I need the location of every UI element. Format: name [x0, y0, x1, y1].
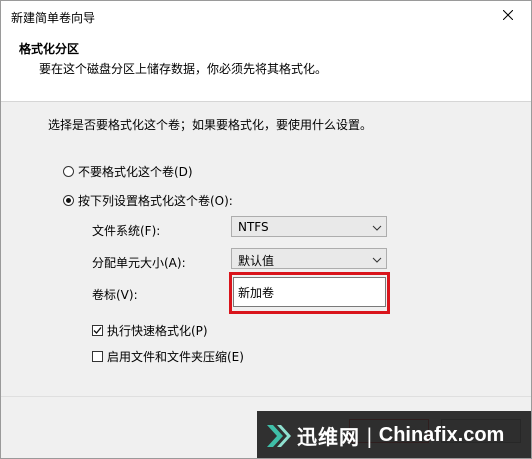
radio-no-format[interactable]: 不要格式化这个卷(D) — [63, 163, 193, 180]
watermark-separator: | — [366, 423, 373, 448]
close-icon — [502, 9, 514, 23]
page-subtitle: 要在这个磁盘分区上储存数据，你必须先将其格式化。 — [39, 62, 328, 76]
compression-label: 启用文件和文件夹压缩(E) — [107, 350, 244, 364]
compression-checkbox[interactable]: 启用文件和文件夹压缩(E) — [92, 348, 244, 365]
title-bar: 新建简单卷向导 — [1, 1, 531, 31]
quick-format-checkbox-box[interactable] — [92, 325, 103, 336]
allocation-size-value: 默认值 — [238, 254, 275, 268]
intro-text: 选择是否要格式化这个卷；如果要格式化，要使用什么设置。 — [48, 118, 373, 132]
file-system-value: NTFS — [238, 220, 269, 234]
chevron-down-icon — [372, 222, 382, 232]
close-button[interactable] — [485, 1, 531, 31]
chevron-down-icon — [372, 254, 382, 264]
radio-format[interactable]: 按下列设置格式化这个卷(O): — [63, 192, 233, 209]
page-title: 格式化分区 — [19, 42, 80, 56]
wizard-content: 选择是否要格式化这个卷；如果要格式化，要使用什么设置。 不要格式化这个卷(D) … — [1, 102, 531, 396]
quick-format-checkbox[interactable]: 执行快速格式化(P) — [92, 322, 208, 339]
allocation-size-select[interactable]: 默认值 — [231, 248, 387, 269]
format-partition-wizard-window: 新建简单卷向导 格式化分区 要在这个磁盘分区上储存数据，你必须先将其格式化。 选… — [0, 0, 532, 459]
compression-checkbox-box[interactable] — [92, 351, 103, 362]
file-system-label: 文件系统(F): — [92, 224, 161, 238]
radio-no-format-label: 不要格式化这个卷(D) — [78, 165, 193, 179]
volume-label-input[interactable] — [233, 277, 386, 307]
chinafix-logo-icon — [263, 421, 293, 451]
radio-no-format-indicator[interactable] — [63, 166, 74, 177]
watermark-brand-en: Chinafix.com — [378, 424, 505, 446]
window-title: 新建简单卷向导 — [11, 11, 96, 25]
site-watermark: 迅维网 | Chinafix.com — [257, 411, 531, 458]
volume-label-label: 卷标(V): — [92, 288, 138, 302]
wizard-header: 格式化分区 要在这个磁盘分区上储存数据，你必须先将其格式化。 — [1, 31, 531, 102]
radio-format-label: 按下列设置格式化这个卷(O): — [78, 194, 233, 208]
allocation-size-label: 分配单元大小(A): — [92, 256, 186, 270]
quick-format-label: 执行快速格式化(P) — [107, 324, 208, 338]
watermark-brand-cn: 迅维网 — [297, 425, 360, 449]
file-system-select[interactable]: NTFS — [231, 216, 387, 237]
radio-format-indicator[interactable] — [63, 195, 74, 206]
